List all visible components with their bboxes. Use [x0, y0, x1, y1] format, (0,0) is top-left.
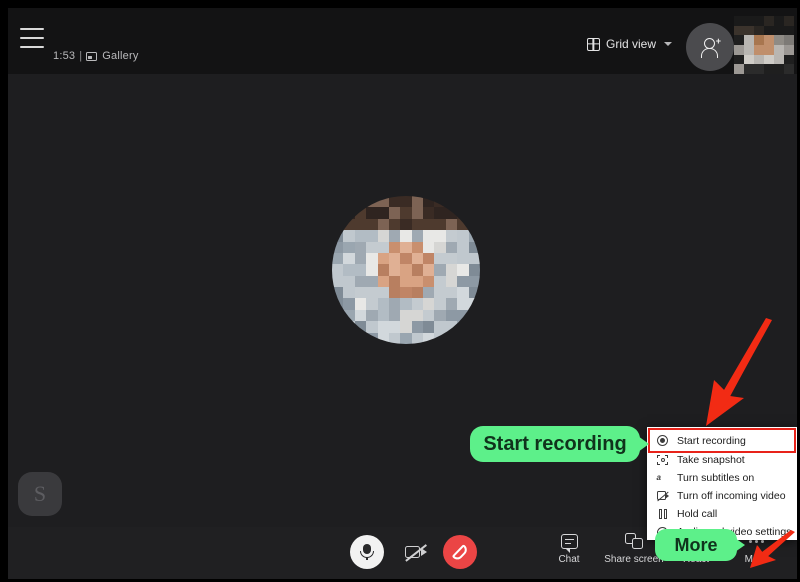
hamburger-icon[interactable]	[20, 28, 44, 48]
call-timer: 1:53	[53, 50, 76, 62]
more-label: More	[744, 554, 768, 565]
grid-icon	[586, 37, 600, 51]
skype-logo-badge: S	[18, 472, 62, 516]
menu-item-label: Turn subtitles on	[677, 472, 755, 484]
window-frame-top	[0, 0, 800, 8]
skype-badge-letter: S	[33, 481, 47, 506]
self-video-thumbnail[interactable]	[734, 16, 794, 74]
gallery-label: Gallery	[102, 50, 139, 62]
menu-item-turn-subtitles-on[interactable]: a Turn subtitles on	[647, 469, 798, 487]
chat-label: Chat	[558, 554, 580, 565]
microphone-button[interactable]	[350, 535, 384, 569]
end-call-button[interactable]	[443, 535, 477, 569]
camera-off-icon	[405, 543, 427, 561]
more-options-menu[interactable]: Start recording Take snapshot a Turn sub…	[647, 427, 798, 540]
meta-separator: |	[79, 50, 83, 62]
add-person-icon: +	[700, 37, 721, 58]
camera-button[interactable]	[397, 535, 435, 569]
menu-item-hold-call[interactable]: Hold call	[647, 505, 798, 523]
menu-item-turn-off-incoming-video[interactable]: Turn off incoming video	[647, 487, 798, 505]
callout-start-recording: Start recording	[470, 426, 640, 462]
hold-call-icon	[656, 509, 669, 519]
window-frame-left	[0, 0, 8, 582]
menu-item-label: Start recording	[677, 434, 746, 447]
menu-item-take-snapshot[interactable]: Take snapshot	[647, 451, 798, 469]
menu-item-label: Take snapshot	[677, 454, 745, 466]
snapshot-icon	[656, 455, 669, 465]
grid-view-button[interactable]: Grid view	[583, 34, 676, 54]
end-call-icon	[451, 543, 469, 562]
chat-icon	[560, 531, 578, 553]
chevron-down-icon	[664, 42, 672, 46]
callout-more-label: More	[674, 534, 718, 555]
menu-item-label: Hold call	[677, 508, 718, 520]
pixelated-thumbnail-image	[734, 16, 794, 74]
callout-more: More	[655, 529, 737, 561]
menu-item-label: Turn off incoming video	[677, 490, 786, 502]
microphone-icon	[360, 544, 374, 560]
add-person-button[interactable]: +	[686, 23, 734, 71]
incoming-video-icon	[656, 491, 669, 502]
share-screen-icon	[625, 531, 643, 551]
pixelated-avatar-image	[332, 196, 480, 344]
callout-start-recording-label: Start recording	[483, 432, 627, 455]
call-window: 1:53 | Gallery Grid view + S Chat Share …	[0, 0, 800, 582]
participant-avatar	[332, 196, 480, 344]
grid-view-label: Grid view	[605, 37, 656, 51]
call-meta: 1:53 | Gallery	[53, 50, 139, 62]
menu-item-start-recording[interactable]: Start recording	[647, 430, 798, 451]
gallery-icon	[86, 51, 98, 61]
subtitles-icon: a	[656, 473, 661, 482]
share-screen-label: Share screen	[604, 554, 664, 565]
chat-button[interactable]: Chat	[537, 531, 601, 575]
record-icon	[656, 435, 669, 446]
call-header: 1:53 | Gallery Grid view +	[8, 8, 797, 74]
